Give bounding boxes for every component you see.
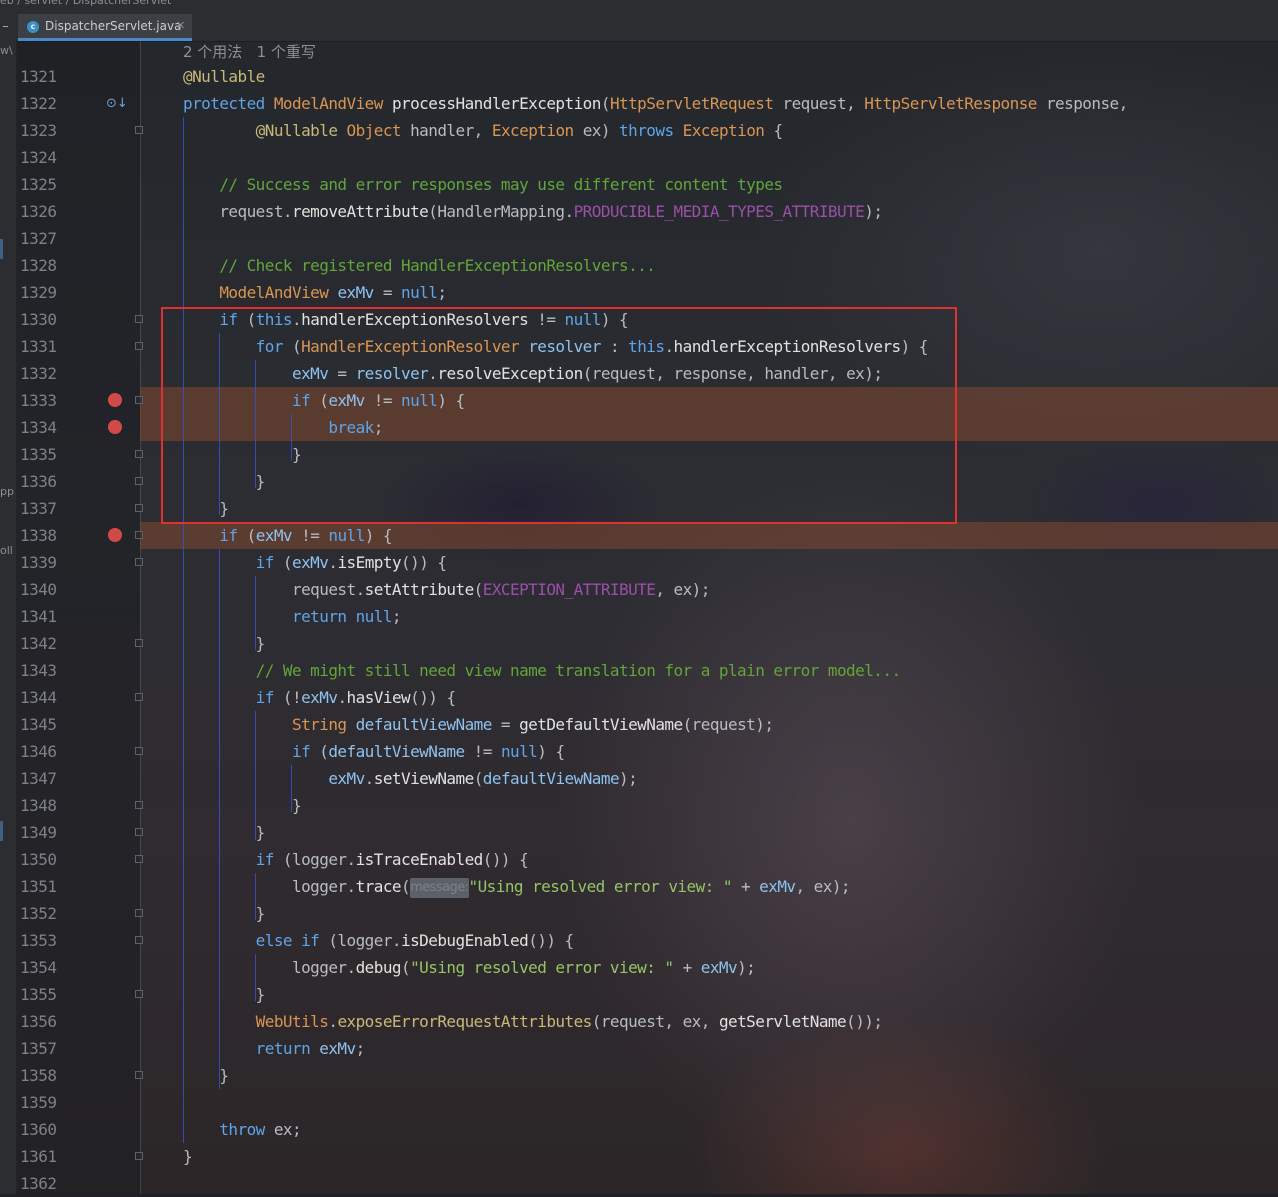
code-line[interactable]: }: [0, 792, 1278, 819]
code-line[interactable]: @Nullable Object handler, Exception ex) …: [0, 117, 1278, 144]
code-line[interactable]: if (logger.isTraceEnabled()) {: [0, 846, 1278, 873]
usage-inlay-hint[interactable]: 2 个用法 1 个重写: [183, 41, 316, 63]
code-line[interactable]: [0, 1170, 1278, 1197]
code-line[interactable]: if (!exMv.hasView()) {: [0, 684, 1278, 711]
annotation-rectangle: [161, 307, 957, 524]
code-line[interactable]: [0, 144, 1278, 171]
code-line[interactable]: // Success and error responses may use d…: [0, 171, 1278, 198]
code-line[interactable]: // We might still need view name transla…: [0, 657, 1278, 684]
code-line[interactable]: }: [0, 819, 1278, 846]
code-line[interactable]: }: [0, 981, 1278, 1008]
code-line[interactable]: if (defaultViewName != null) {: [0, 738, 1278, 765]
code-line[interactable]: }: [0, 1143, 1278, 1170]
editor-tab-bar: – c DispatcherServlet.java ✕: [0, 14, 1278, 42]
code-line[interactable]: }: [0, 1062, 1278, 1089]
code-line[interactable]: }: [0, 900, 1278, 927]
code-line[interactable]: logger.debug("Using resolved error view:…: [0, 954, 1278, 981]
class-icon: c: [27, 21, 39, 33]
code-line[interactable]: return null;: [0, 603, 1278, 630]
navigation-bar: eb / servlet / DispatcherServlet: [0, 0, 1278, 14]
code-line[interactable]: request.removeAttribute(HandlerMapping.P…: [0, 198, 1278, 225]
code-line[interactable]: throw ex;: [0, 1116, 1278, 1143]
code-line[interactable]: exMv.setViewName(defaultViewName);: [0, 765, 1278, 792]
breadcrumb[interactable]: eb / servlet / DispatcherServlet: [0, 0, 171, 8]
code-line[interactable]: request.setAttribute(EXCEPTION_ATTRIBUTE…: [0, 576, 1278, 603]
tab-label: DispatcherServlet.java: [45, 19, 182, 33]
code-line[interactable]: }: [0, 630, 1278, 657]
tab-dispatcherservlet[interactable]: c DispatcherServlet.java ✕: [18, 14, 192, 41]
code-line[interactable]: WebUtils.exposeErrorRequestAttributes(re…: [0, 1008, 1278, 1035]
code-line[interactable]: if (exMv.isEmpty()) {: [0, 549, 1278, 576]
parameter-hint: message:: [410, 877, 469, 898]
code-line[interactable]: return exMv;: [0, 1035, 1278, 1062]
code-line[interactable]: String defaultViewName = getDefaultViewN…: [0, 711, 1278, 738]
code-line[interactable]: else if (logger.isDebugEnabled()) {: [0, 927, 1278, 954]
code-line[interactable]: @Nullable: [0, 63, 1278, 90]
code-line[interactable]: ModelAndView exMv = null;: [0, 279, 1278, 306]
close-icon[interactable]: ✕: [176, 19, 185, 32]
tab-overflow-icon[interactable]: –: [0, 14, 11, 41]
code-line[interactable]: [0, 1089, 1278, 1116]
code-line[interactable]: [0, 225, 1278, 252]
code-line[interactable]: logger.trace(message:"Using resolved err…: [0, 873, 1278, 900]
code-line[interactable]: if (exMv != null) {: [0, 522, 1278, 549]
code-line[interactable]: protected ModelAndView processHandlerExc…: [0, 90, 1278, 117]
code-line[interactable]: // Check registered HandlerExceptionReso…: [0, 252, 1278, 279]
project-tree-fragment: w\: [0, 44, 13, 57]
